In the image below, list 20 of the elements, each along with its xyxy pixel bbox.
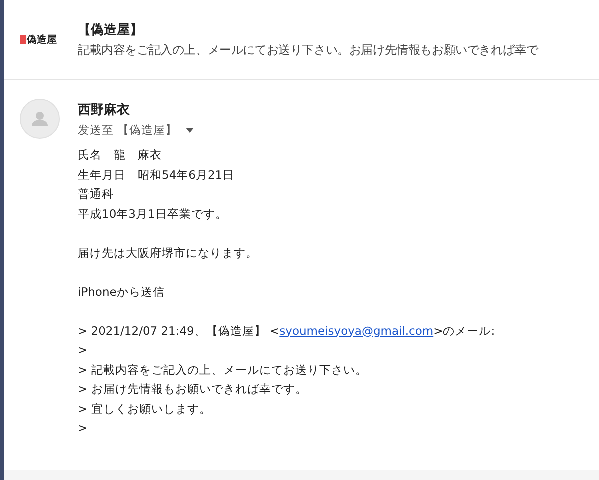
sender-name: 西野麻衣	[78, 102, 131, 119]
email-snippet: 記載内容をご記入の上、メールにてお送り下さい。お届け先情報もお願いできれば幸で	[78, 42, 538, 58]
message-line: > 2021/12/07 21:49、【偽造屋】 <syoumeisyoya@gmail.com>のメール:	[78, 322, 496, 340]
message-line: > 記載内容をご記入の上、メールにてお送り下さい。	[78, 362, 368, 378]
caret-icon[interactable]	[186, 128, 194, 133]
message-line: iPhoneから送信	[78, 284, 166, 300]
email-link[interactable]: syoumeisyoya@gmail.com	[280, 324, 434, 338]
message-line: 普通科	[78, 186, 115, 203]
message-line: 届け先は大阪府堺市になります。	[78, 244, 259, 262]
message-line: >	[78, 420, 89, 437]
message-line: 生年月日 昭和54年6月21日	[78, 166, 236, 184]
message-line: 平成10年3月1日卒業です。	[78, 206, 228, 222]
message-line: > お届け先情報もお願いできれば幸です。	[78, 381, 308, 398]
recipient-label: 发送至 【偽造屋】	[78, 123, 178, 138]
avatar-icon	[20, 99, 60, 139]
logo: 偽造屋	[20, 32, 78, 46]
message-line: >	[78, 342, 89, 359]
message-line: 氏名 龍 麻衣	[78, 147, 163, 164]
email-subject: 【偽造屋】	[78, 22, 144, 38]
message-line: > 宜しくお願いします。	[78, 400, 212, 418]
